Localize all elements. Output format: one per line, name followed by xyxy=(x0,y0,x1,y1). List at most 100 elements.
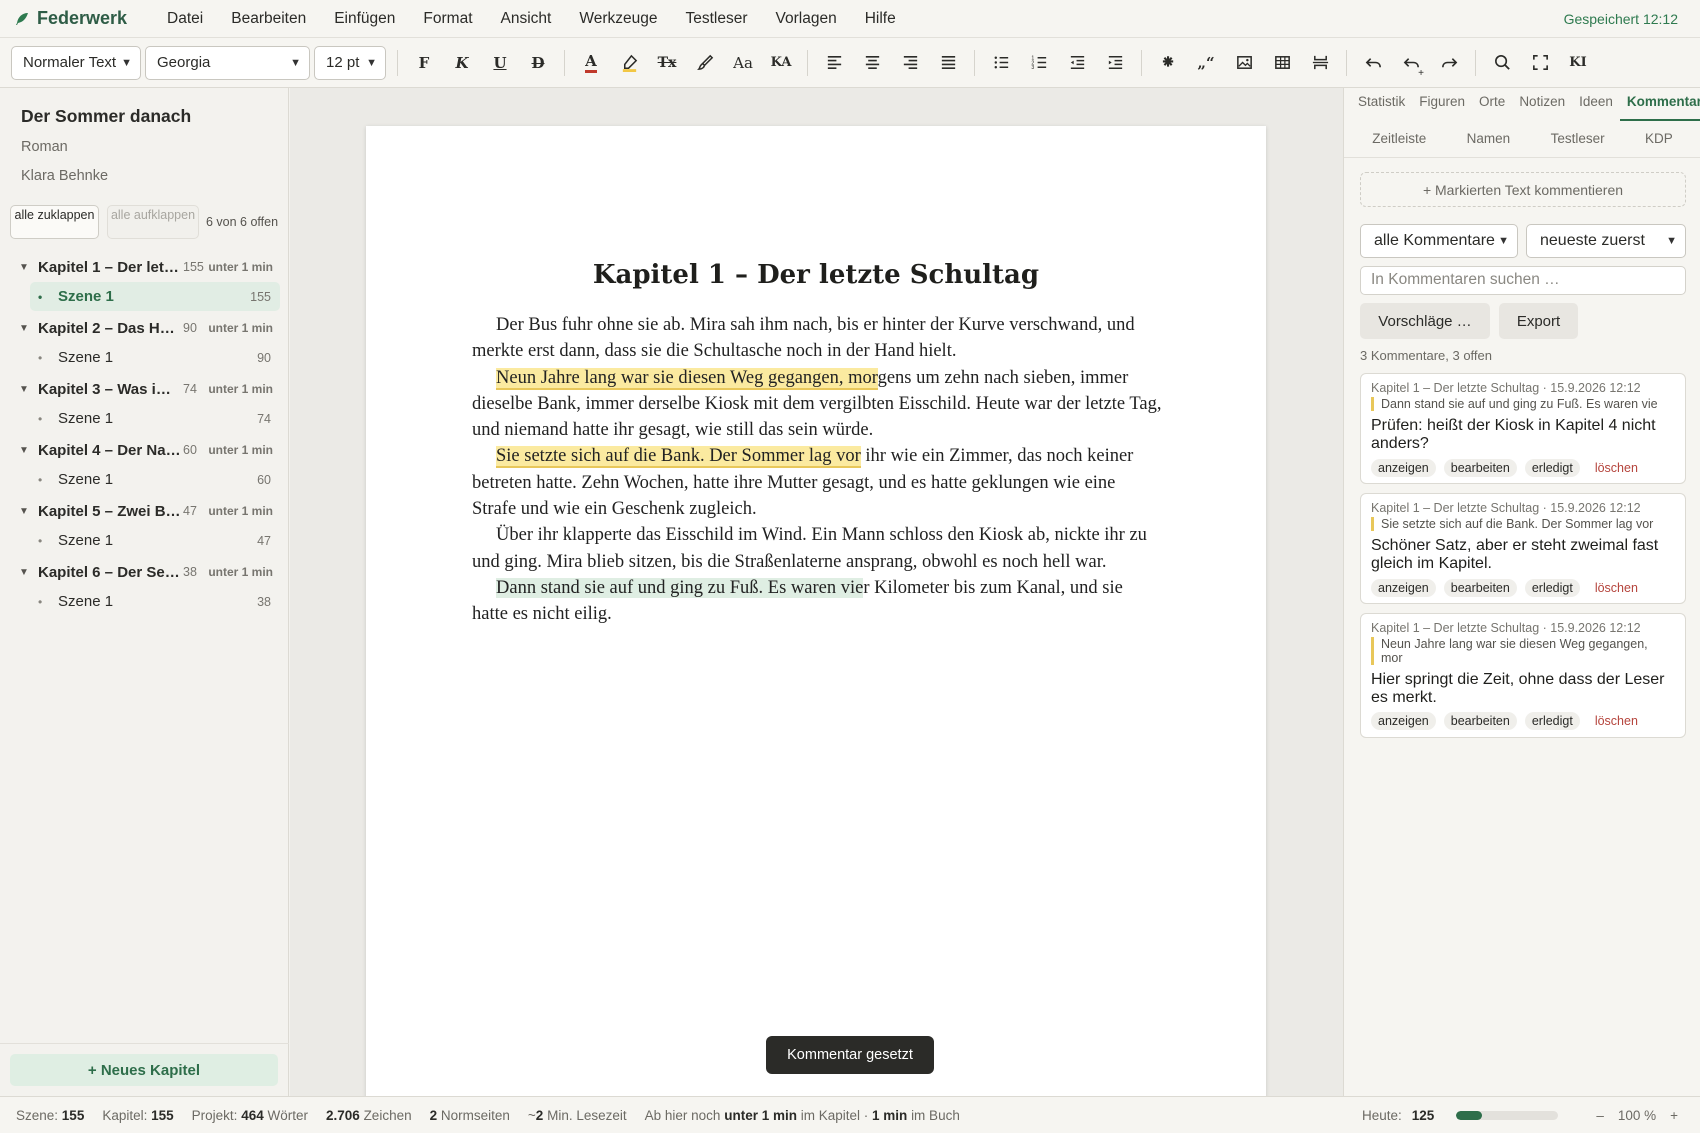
comment-search-input[interactable]: In Kommentaren suchen … xyxy=(1360,266,1686,295)
scene-break-button[interactable]: ⁕ xyxy=(1149,46,1187,80)
resolve-comment-button[interactable]: erledigt xyxy=(1524,712,1580,730)
delete-comment-button[interactable]: löschen xyxy=(1588,459,1645,477)
highlight-button[interactable] xyxy=(610,46,648,80)
align-left-button[interactable] xyxy=(815,46,853,80)
search-button[interactable] xyxy=(1483,46,1521,80)
tab-orte[interactable]: Orte xyxy=(1472,88,1512,121)
undo-button[interactable] xyxy=(1354,46,1392,80)
comment-filter-select[interactable]: alle Kommentare ▼ xyxy=(1360,224,1518,258)
add-comment-button[interactable]: + Markierten Text kommentieren xyxy=(1360,172,1686,207)
paragraph[interactable]: Dann stand sie auf und ging zu Fuß. Es w… xyxy=(472,575,1162,628)
triangle-down-icon[interactable]: ▼ xyxy=(19,384,38,395)
comment-highlight-active[interactable]: Dann stand sie auf und ging zu Fuß. Es w… xyxy=(496,577,864,598)
tab-ideen[interactable]: Ideen xyxy=(1572,88,1620,121)
comment-highlight[interactable]: Neun Jahre lang war sie diesen Weg gegan… xyxy=(496,367,878,390)
suggestions-button[interactable]: Vorschläge … xyxy=(1360,303,1490,339)
triangle-down-icon[interactable]: ▼ xyxy=(19,323,38,334)
bullet-list-button[interactable] xyxy=(982,46,1020,80)
font-select[interactable]: Georgia ▼ xyxy=(145,45,310,80)
chapter-text[interactable]: Der Bus fuhr ohne sie ab. Mira sah ihm n… xyxy=(472,312,1162,628)
comment-card[interactable]: Kapitel 1 – Der letzte Schultag · 15.9.2… xyxy=(1360,613,1686,738)
undo-all-button[interactable]: + xyxy=(1392,46,1430,80)
chapter-item[interactable]: ▼ Kapitel 5 – Zwei Briefe 47 unter 1 min xyxy=(10,496,280,526)
resolve-comment-button[interactable]: erledigt xyxy=(1524,579,1580,597)
justify-button[interactable] xyxy=(929,46,967,80)
indent-button[interactable] xyxy=(1096,46,1134,80)
scene-item[interactable]: • Szene 1 74 xyxy=(30,404,280,433)
fullscreen-button[interactable] xyxy=(1521,46,1559,80)
zoom-out-button[interactable]: – xyxy=(1596,1108,1604,1123)
numbered-list-button[interactable]: 123 xyxy=(1020,46,1058,80)
paragraph[interactable]: Neun Jahre lang war sie diesen Weg gegan… xyxy=(472,365,1162,444)
quotes-button[interactable]: „“ xyxy=(1187,46,1225,80)
font-size-select[interactable]: 12 pt ▼ xyxy=(314,45,386,80)
menu-vorlagen[interactable]: Vorlagen xyxy=(762,10,851,28)
bold-button[interactable]: F xyxy=(405,46,443,80)
scene-item[interactable]: • Szene 1 60 xyxy=(30,465,280,494)
comment-highlight[interactable]: Sie setzte sich auf die Bank. Der Sommer… xyxy=(496,446,861,469)
edit-comment-button[interactable]: bearbeiten xyxy=(1443,459,1517,477)
chapter-item[interactable]: ▼ Kapitel 1 – Der letzte Schultag 155 un… xyxy=(10,252,280,282)
align-center-button[interactable] xyxy=(853,46,891,80)
format-brush-button[interactable] xyxy=(686,46,724,80)
underline-button[interactable]: U xyxy=(481,46,519,80)
collapse-all-button[interactable]: alle zuklappen xyxy=(10,205,99,239)
chapter-item[interactable]: ▼ Kapitel 3 – Was im Sommer blieb 74 unt… xyxy=(10,374,280,404)
new-chapter-button[interactable]: + Neues Kapitel xyxy=(10,1054,278,1086)
triangle-down-icon[interactable]: ▼ xyxy=(19,262,38,273)
tab-zeitleiste[interactable]: Zeitleiste xyxy=(1372,122,1426,157)
tab-testleser[interactable]: Testleser xyxy=(1551,122,1605,157)
scene-item[interactable]: • Szene 1 155 xyxy=(30,282,280,311)
tab-kdp[interactable]: KDP xyxy=(1645,122,1673,157)
paragraph[interactable]: Über ihr klapperte das Eisschild im Wind… xyxy=(472,522,1162,575)
italic-button[interactable]: K xyxy=(443,46,481,80)
insert-table-button[interactable] xyxy=(1263,46,1301,80)
ai-button[interactable]: KI xyxy=(1559,46,1597,80)
export-button[interactable]: Export xyxy=(1499,303,1578,339)
menu-format[interactable]: Format xyxy=(409,10,486,28)
triangle-down-icon[interactable]: ▼ xyxy=(19,506,38,517)
menu-hilfe[interactable]: Hilfe xyxy=(851,10,910,28)
redo-button[interactable] xyxy=(1430,46,1468,80)
comment-sort-select[interactable]: neueste zuerst ▼ xyxy=(1526,224,1686,258)
resolve-comment-button[interactable]: erledigt xyxy=(1524,459,1580,477)
tab-namen[interactable]: Namen xyxy=(1467,122,1511,157)
menu-datei[interactable]: Datei xyxy=(153,10,217,28)
chapter-heading[interactable]: Kapitel 1 – Der letzte Schultag xyxy=(366,260,1266,290)
edit-comment-button[interactable]: bearbeiten xyxy=(1443,579,1517,597)
comment-card[interactable]: Kapitel 1 – Der letzte Schultag · 15.9.2… xyxy=(1360,373,1686,484)
show-comment-button[interactable]: anzeigen xyxy=(1371,459,1436,477)
chapter-item[interactable]: ▼ Kapitel 6 – Der September 38 unter 1 m… xyxy=(10,557,280,587)
zoom-in-button[interactable]: + xyxy=(1670,1108,1678,1123)
tab-statistik[interactable]: Statistik xyxy=(1351,88,1412,121)
change-case-button[interactable]: Aa xyxy=(724,46,762,80)
scene-item[interactable]: • Szene 1 47 xyxy=(30,526,280,555)
delete-comment-button[interactable]: löschen xyxy=(1588,579,1645,597)
outdent-button[interactable] xyxy=(1058,46,1096,80)
strikethrough-button[interactable]: D xyxy=(519,46,557,80)
document-page[interactable]: Kapitel 1 – Der letzte Schultag Der Bus … xyxy=(366,126,1266,1096)
chapter-item[interactable]: ▼ Kapitel 2 – Das Haus am Kanal 90 unter… xyxy=(10,313,280,343)
menu-bearbeiten[interactable]: Bearbeiten xyxy=(217,10,320,28)
tab-notizen[interactable]: Notizen xyxy=(1512,88,1572,121)
expand-all-button[interactable]: alle aufklappen xyxy=(107,205,199,239)
menu-werkzeuge[interactable]: Werkzeuge xyxy=(565,10,671,28)
scene-item[interactable]: • Szene 1 38 xyxy=(30,587,280,616)
scene-item[interactable]: • Szene 1 90 xyxy=(30,343,280,372)
tab-figuren[interactable]: Figuren xyxy=(1412,88,1472,121)
menu-ansicht[interactable]: Ansicht xyxy=(487,10,566,28)
menu-einfuegen[interactable]: Einfügen xyxy=(320,10,409,28)
paragraph[interactable]: Der Bus fuhr ohne sie ab. Mira sah ihm n… xyxy=(472,312,1162,365)
book-title[interactable]: Der Sommer danach xyxy=(21,106,191,127)
paragraph-style-select[interactable]: Normaler Text ▼ xyxy=(11,45,141,80)
menu-testleser[interactable]: Testleser xyxy=(671,10,761,28)
show-comment-button[interactable]: anzeigen xyxy=(1371,712,1436,730)
paragraph[interactable]: Sie setzte sich auf die Bank. Der Sommer… xyxy=(472,443,1162,522)
triangle-down-icon[interactable]: ▼ xyxy=(19,567,38,578)
edit-comment-button[interactable]: bearbeiten xyxy=(1443,712,1517,730)
tab-kommentare[interactable]: Kommentare xyxy=(1619,88,1700,121)
chapter-item[interactable]: ▼ Kapitel 4 – Der Name am Kiosk 60 unter… xyxy=(10,435,280,465)
page-break-button[interactable] xyxy=(1301,46,1339,80)
small-caps-button[interactable]: KA xyxy=(762,46,800,80)
insert-image-button[interactable] xyxy=(1225,46,1263,80)
